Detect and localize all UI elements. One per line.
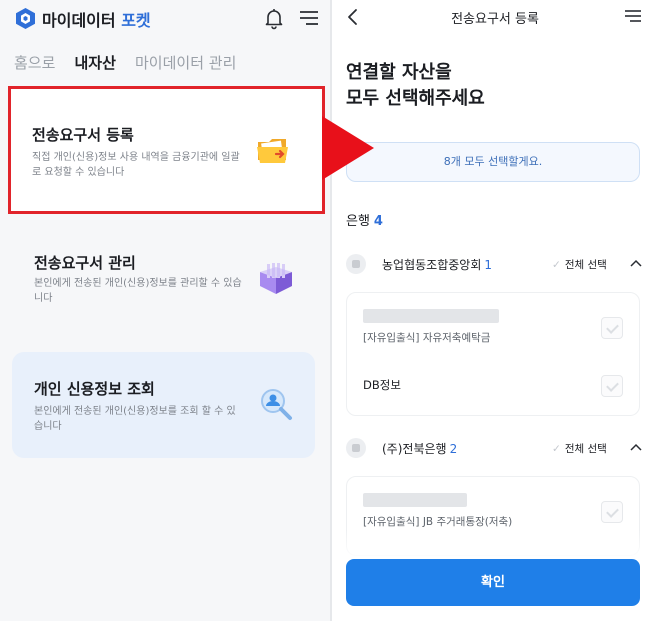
app-logo-icon xyxy=(16,8,35,29)
bank-name-text: 농업협동조합중앙회 xyxy=(382,258,482,272)
folder-icon xyxy=(257,139,288,163)
masked-account-number xyxy=(363,493,467,507)
highlight-arrow-icon xyxy=(322,116,374,180)
bank-select-all-toggle[interactable]: ✓ 전체 선택 xyxy=(552,441,607,456)
headline: 연결할 자산을 모두 선택해주세요 xyxy=(346,60,485,112)
headline-line-1: 연결할 자산을 xyxy=(346,62,452,83)
top-tabs: 홈으로 내자산 마이데이터 관리 xyxy=(14,52,250,74)
account-checkbox[interactable] xyxy=(601,501,623,523)
account-checkbox[interactable] xyxy=(601,317,623,339)
bank-name-text: (주)전북은행 xyxy=(382,442,447,456)
hamburger-menu-icon[interactable] xyxy=(624,8,642,24)
check-icon: ✓ xyxy=(552,443,561,455)
tab-mydata-management[interactable]: 마이데이터 관리 xyxy=(135,52,236,73)
page-title: 전송요구서 등록 xyxy=(451,12,539,27)
tab-my-assets[interactable]: 내자산 xyxy=(75,52,116,73)
check-icon: ✓ xyxy=(552,259,561,271)
card-credit-info-inquiry[interactable]: 개인 신용정보 조회 본인에게 전송된 개인(신용)정보를 조회 할 수 있습니… xyxy=(12,352,315,458)
bank-account-count: 2 xyxy=(449,442,458,456)
account-checkbox[interactable] xyxy=(601,375,623,397)
card-title: 전송요구서 등록 xyxy=(32,126,134,144)
account-item[interactable]: DB정보 xyxy=(347,355,641,415)
hamburger-menu-icon[interactable] xyxy=(298,8,320,28)
bank-group-header: (주)전북은행 2 ✓ 전체 선택 xyxy=(346,434,646,462)
card-description: 본인에게 전송된 개인(신용)정보를 관리할 수 있습니다 xyxy=(34,278,242,304)
masked-account-number xyxy=(363,309,499,323)
tab-home[interactable]: 홈으로 xyxy=(14,52,55,73)
bank-group-header: 농업협동조합중앙회 1 ✓ 전체 선택 xyxy=(346,250,646,278)
chevron-up-icon[interactable] xyxy=(630,259,642,267)
chevron-up-icon[interactable] xyxy=(630,443,642,451)
app-title-main: 마이데이터 xyxy=(42,11,116,30)
card-transfer-request-register[interactable]: 전송요구서 등록 직접 개인(신용)정보 사용 내역을 금융기관에 일괄로 요청… xyxy=(8,86,325,214)
bank-logo-icon xyxy=(346,254,366,274)
section-label-bank: 은행 4 xyxy=(346,210,383,229)
bank-name: 농업협동조합중앙회 1 xyxy=(382,256,492,273)
bank-logo-icon xyxy=(346,438,366,458)
bank-select-all-label: 전체 선택 xyxy=(564,259,607,271)
account-name: DB정보 xyxy=(363,378,401,392)
account-item[interactable]: [자유입출식] JB 주거래통장(저축) xyxy=(347,477,641,537)
app-title: 마이데이터 포켓 xyxy=(42,7,151,31)
account-name: [자유입출식] 자유저축예탁금 xyxy=(363,332,491,344)
account-list: [자유입출식] 자유저축예탁금 DB정보 xyxy=(346,292,640,416)
section-label-text: 은행 xyxy=(346,214,370,229)
bank-name: (주)전북은행 2 xyxy=(382,440,457,457)
bank-select-all-label: 전체 선택 xyxy=(564,443,607,455)
card-title: 전송요구서 관리 xyxy=(34,254,136,272)
card-description: 직접 개인(신용)정보 사용 내역을 금융기관에 일괄로 요청할 수 있습니다 xyxy=(32,152,240,178)
card-description: 본인에게 전송된 개인(신용)정보를 조회 할 수 있습니다 xyxy=(34,406,236,432)
app-header: 마이데이터 포켓 xyxy=(0,0,330,40)
app-title-accent: 포켓 xyxy=(121,11,151,30)
headline-line-2: 모두 선택해주세요 xyxy=(346,88,485,109)
left-panel: 마이데이터 포켓 홈으로 내자산 마이데이터 관리 전송요구서 등록 직접 개인… xyxy=(0,0,330,621)
magnifier-icon xyxy=(261,389,292,420)
account-item[interactable]: [자유입출식] 자유저축예탁금 xyxy=(347,293,641,353)
select-all-button[interactable]: 8개 모두 선택할게요. xyxy=(346,142,640,182)
card-transfer-request-manage[interactable]: 전송요구서 관리 본인에게 전송된 개인(신용)정보를 관리할 수 있습니다 xyxy=(12,232,315,342)
confirm-button[interactable]: 확인 xyxy=(346,559,640,606)
scroll-fade xyxy=(332,530,658,560)
bank-account-count: 1 xyxy=(484,258,493,272)
section-count: 4 xyxy=(373,214,383,229)
bank-select-all-toggle[interactable]: ✓ 전체 선택 xyxy=(552,257,607,272)
box-icon xyxy=(260,263,292,294)
card-title: 개인 신용정보 조회 xyxy=(34,380,155,398)
right-panel: 전송요구서 등록 연결할 자산을 모두 선택해주세요 8개 모두 선택할게요. … xyxy=(332,0,658,621)
account-name: [자유입출식] JB 주거래통장(저축) xyxy=(363,516,513,528)
bell-icon[interactable] xyxy=(262,6,286,30)
